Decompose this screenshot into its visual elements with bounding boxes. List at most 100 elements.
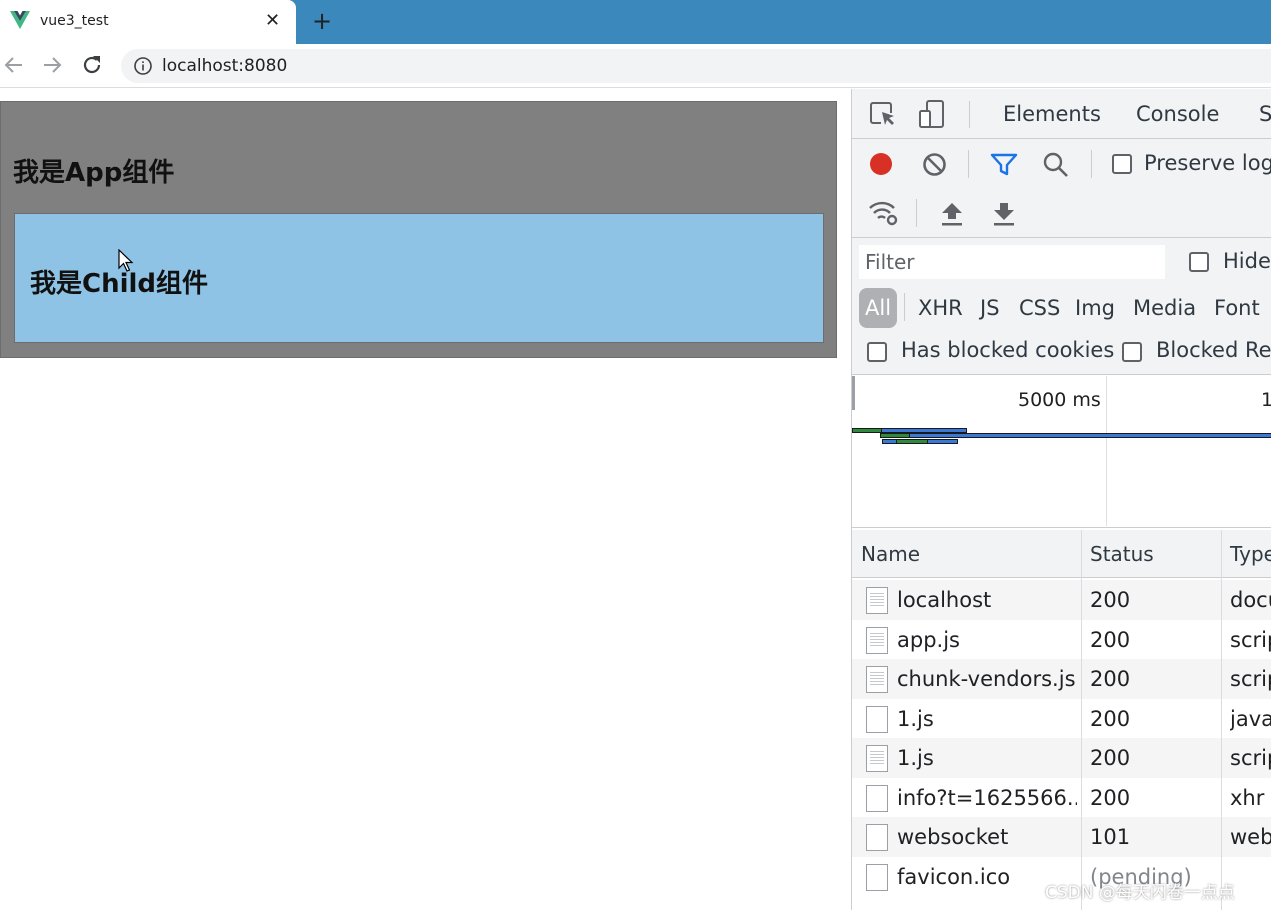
filter-input[interactable] (859, 245, 1165, 279)
clear-icon[interactable] (922, 152, 947, 177)
tab-sources[interactable]: S (1259, 102, 1271, 126)
document-file-icon (866, 587, 888, 614)
info-icon[interactable] (133, 56, 153, 76)
tab-elements[interactable]: Elements (1003, 102, 1101, 126)
request-name: app.js (897, 627, 960, 652)
app-heading: 我是App组件 (13, 158, 175, 188)
filter-bar: Hide All XHR JS CSS Img Media Font Has b… (852, 238, 1271, 375)
separator (904, 293, 905, 321)
preserve-log-checkbox[interactable] (1112, 154, 1132, 174)
type-filter-all[interactable]: All (859, 288, 898, 328)
watermark: CSDN @每天闪卷一点点 (1045, 883, 1235, 903)
script-file-icon (866, 626, 888, 654)
request-type: javascript (1230, 706, 1271, 731)
upload-icon[interactable] (940, 201, 964, 227)
table-row[interactable]: info?t=1625566... 200 xhr (852, 778, 1271, 818)
table-row[interactable]: chunk-vendors.js 200 script (852, 659, 1271, 699)
search-icon[interactable] (1042, 151, 1069, 178)
script-file-icon (866, 666, 888, 693)
column-header-status[interactable]: Status (1090, 542, 1154, 566)
request-type: script (1230, 667, 1271, 691)
request-name: localhost (897, 588, 992, 612)
mouse-cursor-icon (118, 249, 134, 272)
request-name: websocket (897, 825, 1009, 849)
table-row[interactable]: 1.js 200 javascript (852, 699, 1271, 739)
request-status: 200 (1090, 706, 1131, 731)
overview-tick-label: 5000 ms (1018, 389, 1101, 411)
page-viewport: 我是App组件 我是Child组件 (0, 89, 851, 910)
has-blocked-cookies-checkbox[interactable] (867, 342, 887, 362)
request-name: 1.js (897, 746, 934, 770)
request-status: 101 (1090, 825, 1131, 849)
filter-icon[interactable] (990, 152, 1018, 178)
request-status: 200 (1090, 588, 1131, 612)
inspect-element-icon[interactable] (869, 101, 897, 127)
address-bar[interactable]: localhost:8080 (121, 49, 1271, 83)
type-filter-xhr[interactable]: XHR (918, 288, 963, 328)
child-component: 我是Child组件 (14, 213, 824, 343)
tab-console[interactable]: Console (1136, 102, 1219, 126)
request-type: websocket (1230, 825, 1271, 849)
waterfall-bar (852, 428, 882, 433)
new-tab-button[interactable]: + (312, 8, 332, 34)
request-name: 1.js (897, 706, 934, 731)
overview-start-marker (852, 376, 855, 410)
back-arrow-icon[interactable] (2, 53, 26, 77)
url-text[interactable]: localhost:8080 (162, 56, 287, 76)
forward-arrow-icon[interactable] (40, 53, 64, 77)
request-name: chunk-vendors.js (897, 667, 1076, 691)
table-row[interactable]: 1.js 200 script (852, 738, 1271, 778)
browser-toolbar: localhost:8080 (0, 44, 1271, 88)
reload-icon[interactable] (80, 53, 104, 77)
separator (1091, 150, 1092, 178)
blank-file-icon (866, 784, 888, 812)
request-type: document (1230, 588, 1271, 612)
type-filter-js[interactable]: JS (980, 288, 1000, 328)
hide-data-urls-checkbox[interactable] (1189, 252, 1209, 272)
network-toolbar-secondary (852, 189, 1271, 238)
preserve-log-label: Preserve log (1144, 151, 1271, 175)
type-filter-css[interactable]: CSS (1019, 288, 1060, 328)
table-header: Name Status Type (852, 530, 1271, 578)
close-icon[interactable]: ✕ (265, 10, 280, 32)
column-header-name[interactable]: Name (861, 542, 920, 566)
type-filter-font[interactable]: Font (1214, 288, 1260, 328)
download-icon[interactable] (992, 201, 1016, 227)
column-divider[interactable] (1081, 530, 1082, 910)
request-type: script (1230, 746, 1271, 770)
waterfall-bar (880, 433, 910, 438)
table-row[interactable]: localhost 200 document (852, 580, 1271, 620)
request-type: xhr (1230, 785, 1265, 810)
request-status: 200 (1090, 785, 1131, 810)
tab-strip: vue3_test ✕ + (0, 0, 1271, 44)
overview-tick-label: 1 (1261, 389, 1271, 411)
browser-tab[interactable]: vue3_test ✕ (0, 0, 296, 44)
device-toolbar-icon[interactable] (917, 99, 947, 129)
type-filter-media[interactable]: Media (1133, 288, 1196, 328)
blocked-requests-checkbox[interactable] (1122, 342, 1142, 362)
table-row[interactable]: websocket 101 websocket (852, 817, 1271, 857)
app-component: 我是App组件 我是Child组件 (0, 101, 837, 358)
devtools-panel: Elements Console S Preserve log (851, 89, 1271, 910)
request-type: script (1230, 627, 1271, 652)
blank-file-icon (866, 824, 888, 851)
devtools-tabbar: Elements Console S (852, 89, 1271, 139)
blank-file-icon (866, 705, 888, 733)
table-row[interactable]: app.js 200 script (852, 620, 1271, 660)
record-icon[interactable] (868, 151, 894, 177)
type-filter-img[interactable]: Img (1075, 288, 1115, 328)
overview-gridline (1106, 376, 1107, 526)
network-overview[interactable]: 5000 ms 1 (852, 376, 1271, 528)
waterfall-bar (896, 439, 928, 444)
column-divider[interactable] (1221, 530, 1222, 910)
script-file-icon (866, 745, 888, 772)
network-conditions-icon[interactable] (868, 199, 900, 227)
network-toolbar: Preserve log (852, 139, 1271, 189)
column-header-type[interactable]: Type (1230, 542, 1271, 566)
blocked-requests-label: Blocked Rec (1156, 338, 1271, 362)
separator (968, 150, 969, 178)
blank-file-icon (866, 863, 888, 891)
request-name: info?t=1625566... (897, 785, 1077, 810)
vue-logo-icon (10, 11, 30, 29)
hide-data-urls-label: Hide (1223, 249, 1271, 273)
